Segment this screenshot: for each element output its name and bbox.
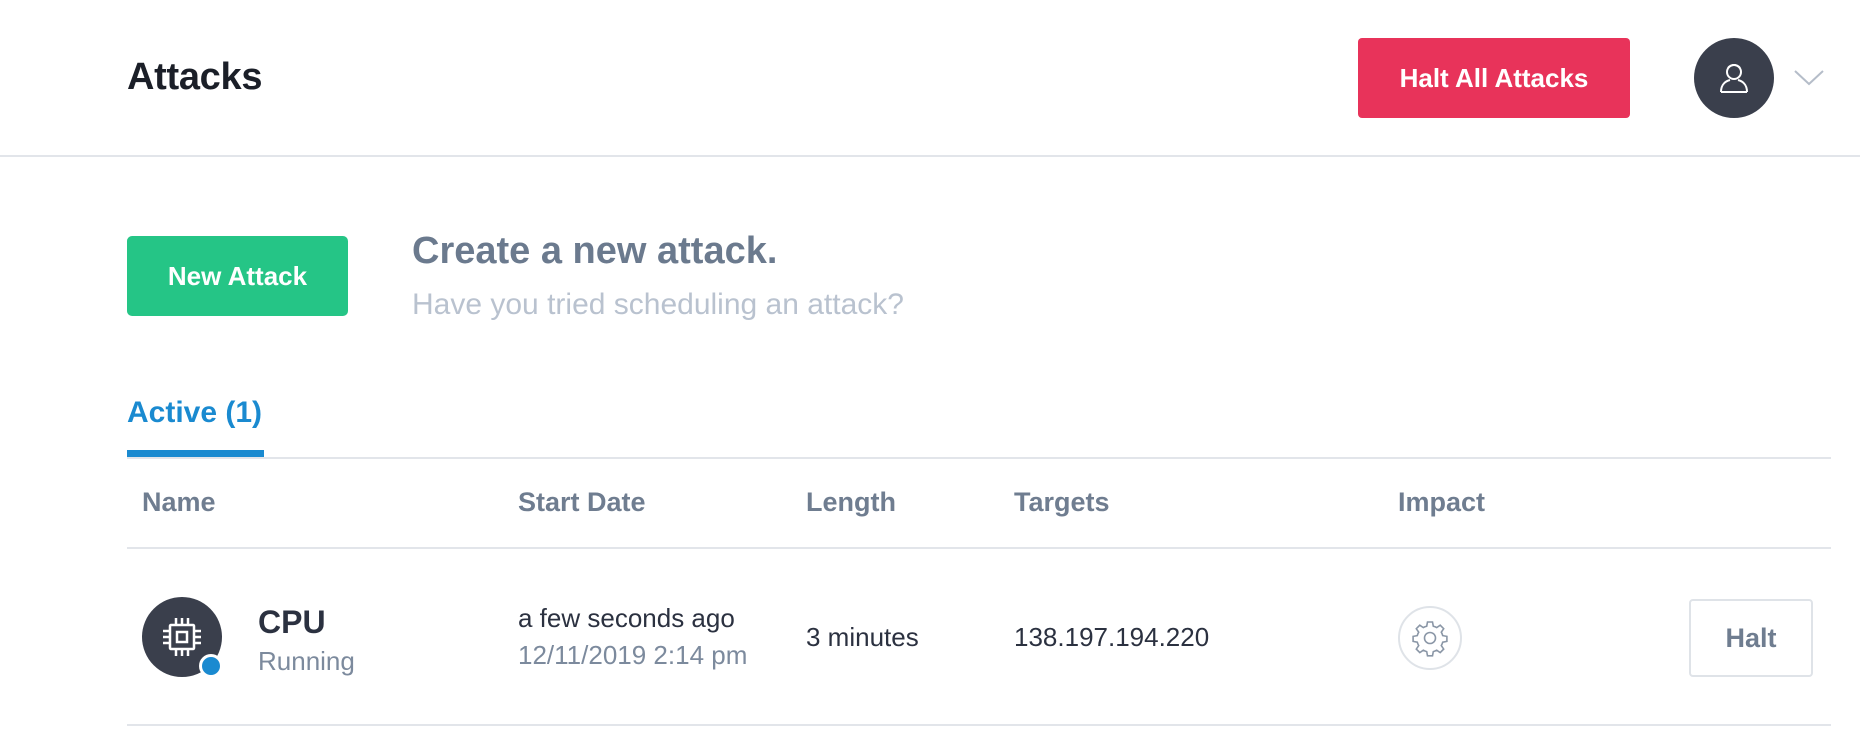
halt-all-attacks-button[interactable]: Halt All Attacks — [1358, 38, 1630, 118]
attack-length: 3 minutes — [806, 622, 919, 652]
promo-subtitle: Have you tried scheduling an attack? — [412, 288, 904, 321]
table-row-divider — [127, 724, 1831, 726]
column-header-length: Length — [806, 487, 896, 517]
user-icon — [1720, 64, 1748, 93]
table-header-divider — [127, 547, 1831, 549]
page-title: Attacks — [127, 56, 263, 98]
user-avatar[interactable] — [1694, 38, 1774, 118]
cpu-icon — [163, 618, 201, 656]
new-attack-button[interactable]: New Attack — [127, 236, 348, 316]
column-header-start-date: Start Date — [518, 487, 646, 517]
halt-button[interactable]: Halt — [1689, 599, 1813, 677]
column-header-impact: Impact — [1398, 487, 1486, 517]
start-date-absolute: 12/11/2019 2:14 pm — [518, 640, 748, 670]
tab-active[interactable]: Active (1) — [127, 396, 262, 430]
promo-title: Create a new attack. — [412, 230, 778, 272]
attack-name: CPU — [258, 604, 326, 640]
chevron-down-icon[interactable] — [1792, 66, 1826, 88]
attack-status: Running — [258, 646, 355, 676]
running-status-dot — [199, 654, 223, 678]
tabs-divider — [127, 457, 1831, 459]
top-header: Attacks Halt All Attacks — [0, 0, 1860, 157]
column-header-name: Name — [142, 487, 216, 517]
start-date-relative: a few seconds ago — [518, 603, 735, 633]
impact-button[interactable] — [1398, 606, 1462, 670]
tab-active-indicator — [127, 450, 264, 457]
attack-target: 138.197.194.220 — [1014, 622, 1210, 652]
gear-icon — [1412, 621, 1448, 657]
column-header-targets: Targets — [1014, 487, 1110, 517]
